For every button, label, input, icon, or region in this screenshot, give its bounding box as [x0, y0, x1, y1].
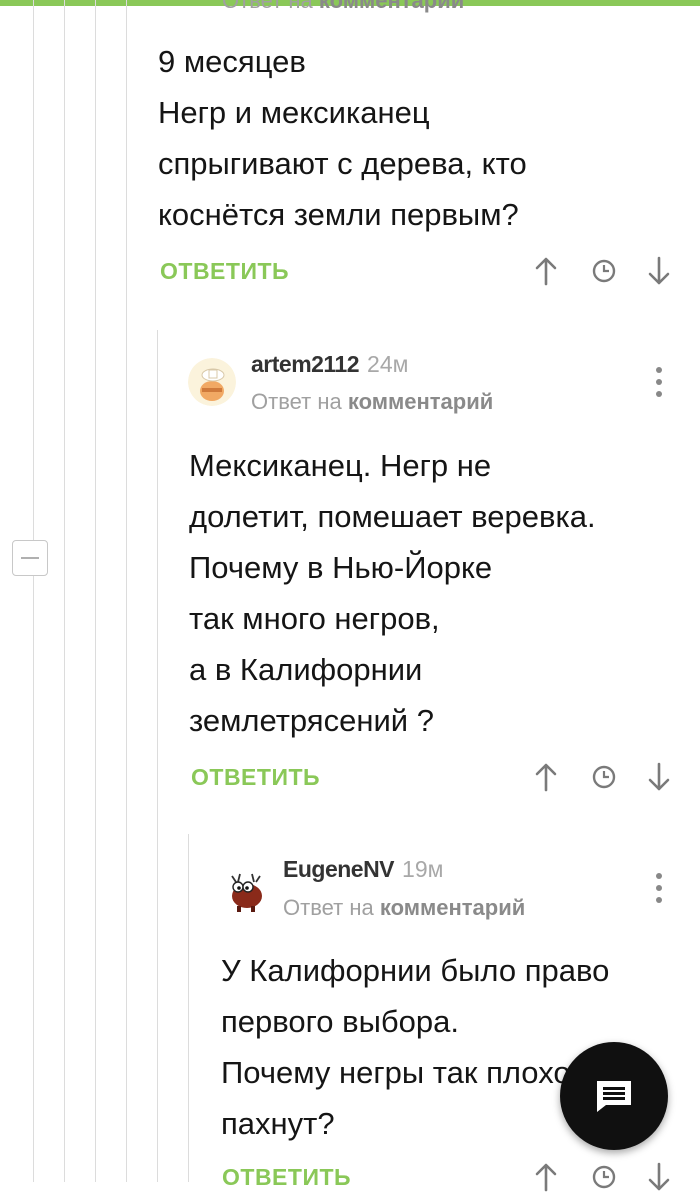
arrow-down-icon[interactable]: [644, 256, 674, 286]
thread-line: [126, 0, 127, 1182]
arrow-up-icon[interactable]: [531, 1162, 561, 1192]
avatar[interactable]: [220, 866, 268, 914]
comment-text: У Калифорнии было право первого выбора. …: [221, 953, 610, 1141]
reply-to-meta: Ответ на комментарий: [251, 389, 494, 414]
thread-line: [157, 330, 158, 1182]
reply-to-link[interactable]: комментарий: [319, 0, 464, 13]
comment-icon: [597, 1081, 631, 1112]
thread-line: [33, 0, 34, 1182]
arrow-down-icon[interactable]: [644, 762, 674, 792]
thread-line: [188, 834, 189, 1182]
reply-to-meta: Ответ на комментарий: [222, 0, 464, 14]
comment-time: 24м: [367, 351, 409, 377]
clock-icon[interactable]: [589, 256, 619, 286]
reply-button[interactable]: ОТВЕТИТЬ: [191, 764, 320, 791]
arrow-up-icon[interactable]: [531, 762, 561, 792]
thread-line: [95, 0, 96, 1182]
reply-button[interactable]: ОТВЕТИТЬ: [160, 258, 289, 285]
comment-header: artem2112 24м: [251, 351, 408, 378]
arrow-down-icon[interactable]: [644, 1162, 674, 1192]
arrow-up-icon[interactable]: [531, 256, 561, 286]
kebab-menu-icon[interactable]: [649, 362, 669, 402]
reply-button[interactable]: ОТВЕТИТЬ: [222, 1164, 351, 1191]
comment-header: EugeneNV 19м: [283, 856, 443, 883]
reply-to-meta: Ответ на комментарий: [283, 895, 526, 920]
comment-text: Мексиканец. Негр не долетит, помешает ве…: [189, 448, 596, 738]
collapse-thread-button[interactable]: [12, 540, 48, 576]
comment-text: 9 месяцев Негр и мексиканец спрыгивают с…: [158, 44, 527, 232]
reply-to-link[interactable]: комментарий: [380, 895, 525, 920]
clock-icon[interactable]: [589, 1162, 619, 1192]
new-comment-fab[interactable]: [560, 1042, 668, 1150]
author-name[interactable]: artem2112: [251, 351, 360, 377]
author-name[interactable]: EugeneNV: [283, 856, 395, 882]
avatar[interactable]: [188, 358, 236, 406]
comment-time: 19м: [402, 856, 444, 882]
kebab-menu-icon[interactable]: [649, 868, 669, 908]
reply-to-link[interactable]: комментарий: [348, 389, 493, 414]
clock-icon[interactable]: [589, 762, 619, 792]
thread-line: [64, 0, 65, 1182]
